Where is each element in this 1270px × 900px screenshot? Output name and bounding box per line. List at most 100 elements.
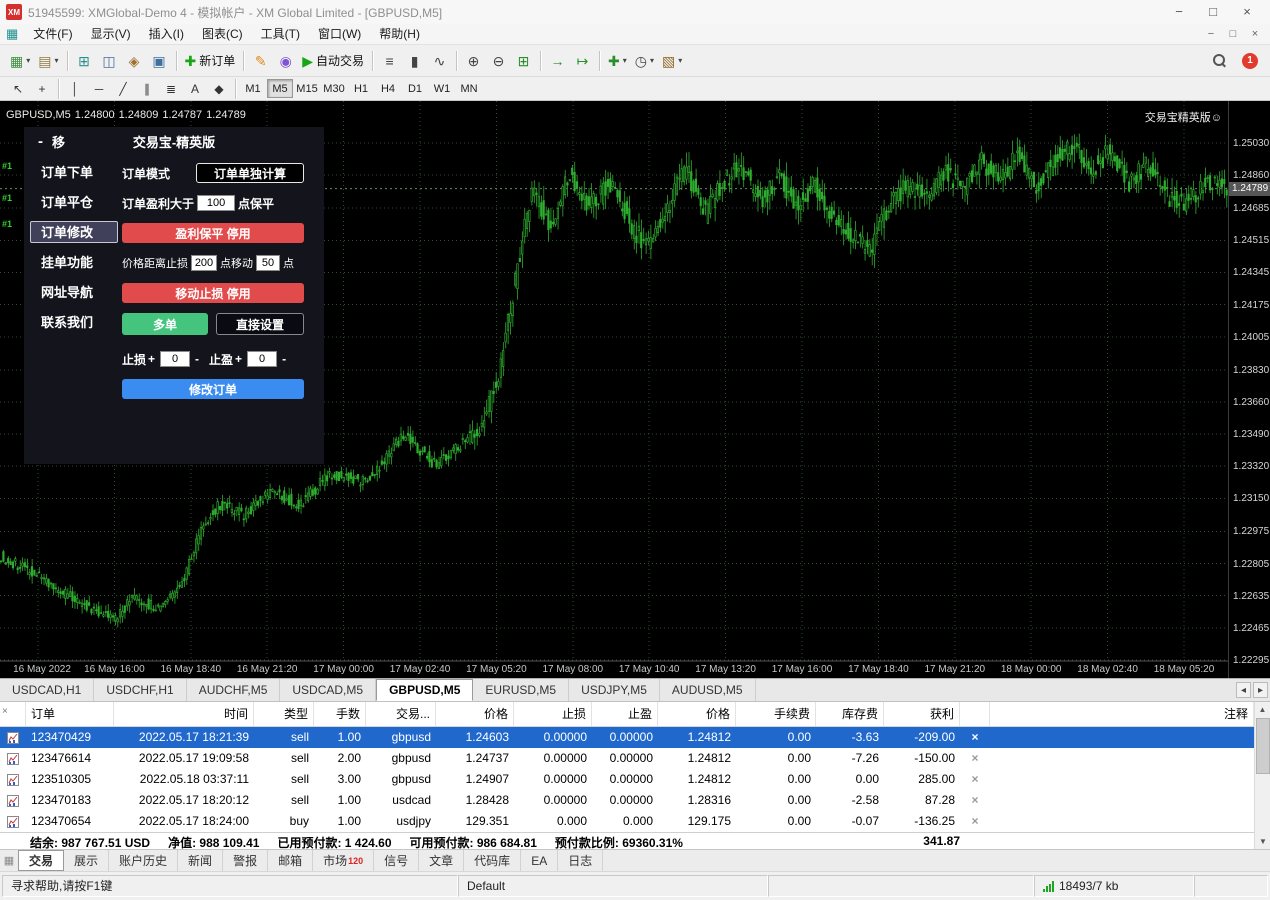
- autotrading-button[interactable]: ▶ 自动交易: [298, 49, 368, 73]
- chart-restore-button[interactable]: □: [1222, 28, 1244, 40]
- tile-windows-button[interactable]: ⊞: [511, 49, 536, 73]
- zoom-in-button[interactable]: ⊕: [461, 49, 486, 73]
- timeframe-mn[interactable]: MN: [456, 79, 482, 98]
- data-window-button[interactable]: ◫: [97, 49, 122, 73]
- zoom-out-button[interactable]: ⊖: [486, 49, 511, 73]
- header-cell[interactable]: 库存费: [816, 702, 884, 726]
- close-position-button[interactable]: ×: [960, 811, 990, 832]
- table-row[interactable]: 123470429 2022.05.17 18:21:39 sell 1.00 gbpu…: [0, 727, 1254, 748]
- header-cell[interactable]: 交易...: [366, 702, 436, 726]
- menu-help[interactable]: 帮助(H): [370, 24, 429, 45]
- window-minimize-button[interactable]: −: [1162, 0, 1196, 24]
- tab-articles[interactable]: 文章: [419, 850, 465, 871]
- header-cell[interactable]: 订单: [26, 702, 114, 726]
- ea-menu-modify-order[interactable]: 订单修改: [30, 221, 118, 243]
- tab-journal[interactable]: 日志: [558, 850, 604, 871]
- tab-mailbox[interactable]: 邮箱: [268, 850, 314, 871]
- time-axis[interactable]: 16 May 2022 16 May 16:00 16 May 18:40 16 Ma…: [0, 663, 1228, 678]
- close-position-button[interactable]: ×: [960, 727, 990, 748]
- menu-view[interactable]: 显示(V): [82, 24, 140, 45]
- trailing-stop-toggle-button[interactable]: 移动止损 停用: [122, 283, 304, 303]
- indicators-button[interactable]: ✚ ▾: [604, 49, 631, 73]
- take-profit-plus-button[interactable]: +: [235, 352, 242, 366]
- new-chart-button[interactable]: ▦ ▾: [6, 49, 34, 73]
- terminal-tab-selector-icon[interactable]: ▦: [0, 850, 18, 871]
- stop-loss-minus-button[interactable]: -: [195, 352, 199, 366]
- notifications-badge[interactable]: 1: [1242, 52, 1258, 69]
- candlestick-chart-type-button[interactable]: ▮: [402, 49, 427, 73]
- fibonacci-tool-button[interactable]: ≣: [159, 79, 183, 99]
- ea-panel-titlebar[interactable]: - 移 交易宝-精英版: [24, 127, 324, 155]
- menu-file[interactable]: 文件(F): [24, 24, 81, 45]
- market-watch-button[interactable]: ⊞: [72, 49, 97, 73]
- header-cell[interactable]: 手数: [314, 702, 366, 726]
- ea-menu-place-order[interactable]: 订单下单: [30, 161, 118, 183]
- terminal-scrollbar[interactable]: ▲ ▼: [1254, 702, 1270, 849]
- ea-menu-pending-order[interactable]: 挂单功能: [30, 251, 118, 273]
- chart-tab-usdjpy-m5[interactable]: USDJPY,M5: [569, 679, 660, 701]
- menu-tools[interactable]: 工具(T): [252, 24, 309, 45]
- trailing-distance-input[interactable]: [191, 255, 217, 271]
- close-icon[interactable]: ×: [971, 730, 978, 744]
- header-cell[interactable]: 注释: [990, 702, 1254, 726]
- bar-chart-type-button[interactable]: ≡: [377, 49, 402, 73]
- modify-order-button[interactable]: 修改订单: [122, 379, 304, 399]
- timeframe-m1[interactable]: M1: [240, 79, 266, 98]
- tab-alerts[interactable]: 警报: [223, 850, 269, 871]
- tab-scroll-right-button[interactable]: ▸: [1253, 682, 1268, 698]
- channel-tool-button[interactable]: ∥: [135, 79, 159, 99]
- text-tool-button[interactable]: A: [183, 79, 207, 99]
- ea-menu-close-order[interactable]: 订单平仓: [30, 191, 118, 213]
- close-icon[interactable]: ×: [971, 772, 978, 786]
- direct-set-button[interactable]: 直接设置: [216, 313, 304, 335]
- close-icon[interactable]: ×: [971, 814, 978, 828]
- crosshair-tool-button[interactable]: +: [30, 79, 54, 99]
- chart-area[interactable]: GBPUSD,M5 1.24800 1.24809 1.24787 1.24789 交易…: [0, 101, 1270, 678]
- header-cell[interactable]: 时间: [114, 702, 254, 726]
- tab-scroll-left-button[interactable]: ◂: [1236, 682, 1251, 698]
- cursor-tool-button[interactable]: ↖: [6, 79, 30, 99]
- chart-tab-usdchf-h1[interactable]: USDCHF,H1: [94, 679, 187, 701]
- buy-orders-button[interactable]: 多单: [122, 313, 208, 335]
- ea-menu-contact[interactable]: 联系我们: [30, 311, 118, 333]
- vertical-line-tool-button[interactable]: │: [63, 79, 87, 99]
- profiles-button[interactable]: ▤ ▾: [34, 49, 62, 73]
- scroll-up-icon[interactable]: ▲: [1255, 702, 1270, 717]
- line-chart-type-button[interactable]: ∿: [427, 49, 452, 73]
- tab-account-history[interactable]: 账户历史: [109, 850, 179, 871]
- timeframe-m5[interactable]: M5: [267, 79, 293, 98]
- close-icon[interactable]: ×: [971, 793, 978, 807]
- header-cell[interactable]: 止损: [514, 702, 592, 726]
- ea-move-button[interactable]: 移: [52, 132, 72, 151]
- close-position-button[interactable]: ×: [960, 748, 990, 769]
- chart-tab-audchf-m5[interactable]: AUDCHF,M5: [187, 679, 281, 701]
- scrollbar-thumb[interactable]: [1256, 718, 1270, 774]
- navigator-button[interactable]: ◈: [122, 49, 147, 73]
- header-cell[interactable]: 止盈: [592, 702, 658, 726]
- header-cell[interactable]: [960, 702, 990, 726]
- arrows-tool-button[interactable]: ◆: [207, 79, 231, 99]
- menu-window[interactable]: 窗口(W): [309, 24, 370, 45]
- chart-system-icon[interactable]: ▦: [6, 26, 18, 42]
- new-order-button[interactable]: ✚ 新订单: [181, 49, 240, 73]
- tab-trade[interactable]: 交易: [18, 850, 65, 871]
- timeframe-m15[interactable]: M15: [294, 79, 320, 98]
- tab-market[interactable]: 市场 120: [313, 850, 375, 871]
- timeframe-w1[interactable]: W1: [429, 79, 455, 98]
- close-icon[interactable]: ×: [971, 751, 978, 765]
- terminal-close-button[interactable]: ×: [2, 706, 8, 717]
- templates-button[interactable]: ▧ ▾: [658, 49, 686, 73]
- price-axis[interactable]: 1.25030 1.24860 1.24685 1.24515 1.24345 1.241…: [1228, 101, 1270, 678]
- take-profit-input[interactable]: [247, 351, 278, 367]
- window-maximize-button[interactable]: □: [1196, 0, 1230, 24]
- window-close-button[interactable]: ×: [1230, 0, 1264, 24]
- stop-loss-input[interactable]: [160, 351, 191, 367]
- breakeven-points-input[interactable]: [197, 195, 236, 211]
- metaeditor-button[interactable]: ✎: [248, 49, 273, 73]
- timeframe-m30[interactable]: M30: [321, 79, 347, 98]
- ea-minimize-button[interactable]: -: [38, 133, 52, 150]
- tab-exposure[interactable]: 展示: [64, 850, 110, 871]
- chart-tab-usdcad-m5[interactable]: USDCAD,M5: [280, 679, 377, 701]
- trendline-tool-button[interactable]: ╱: [111, 79, 135, 99]
- chart-close-button[interactable]: ×: [1244, 28, 1266, 40]
